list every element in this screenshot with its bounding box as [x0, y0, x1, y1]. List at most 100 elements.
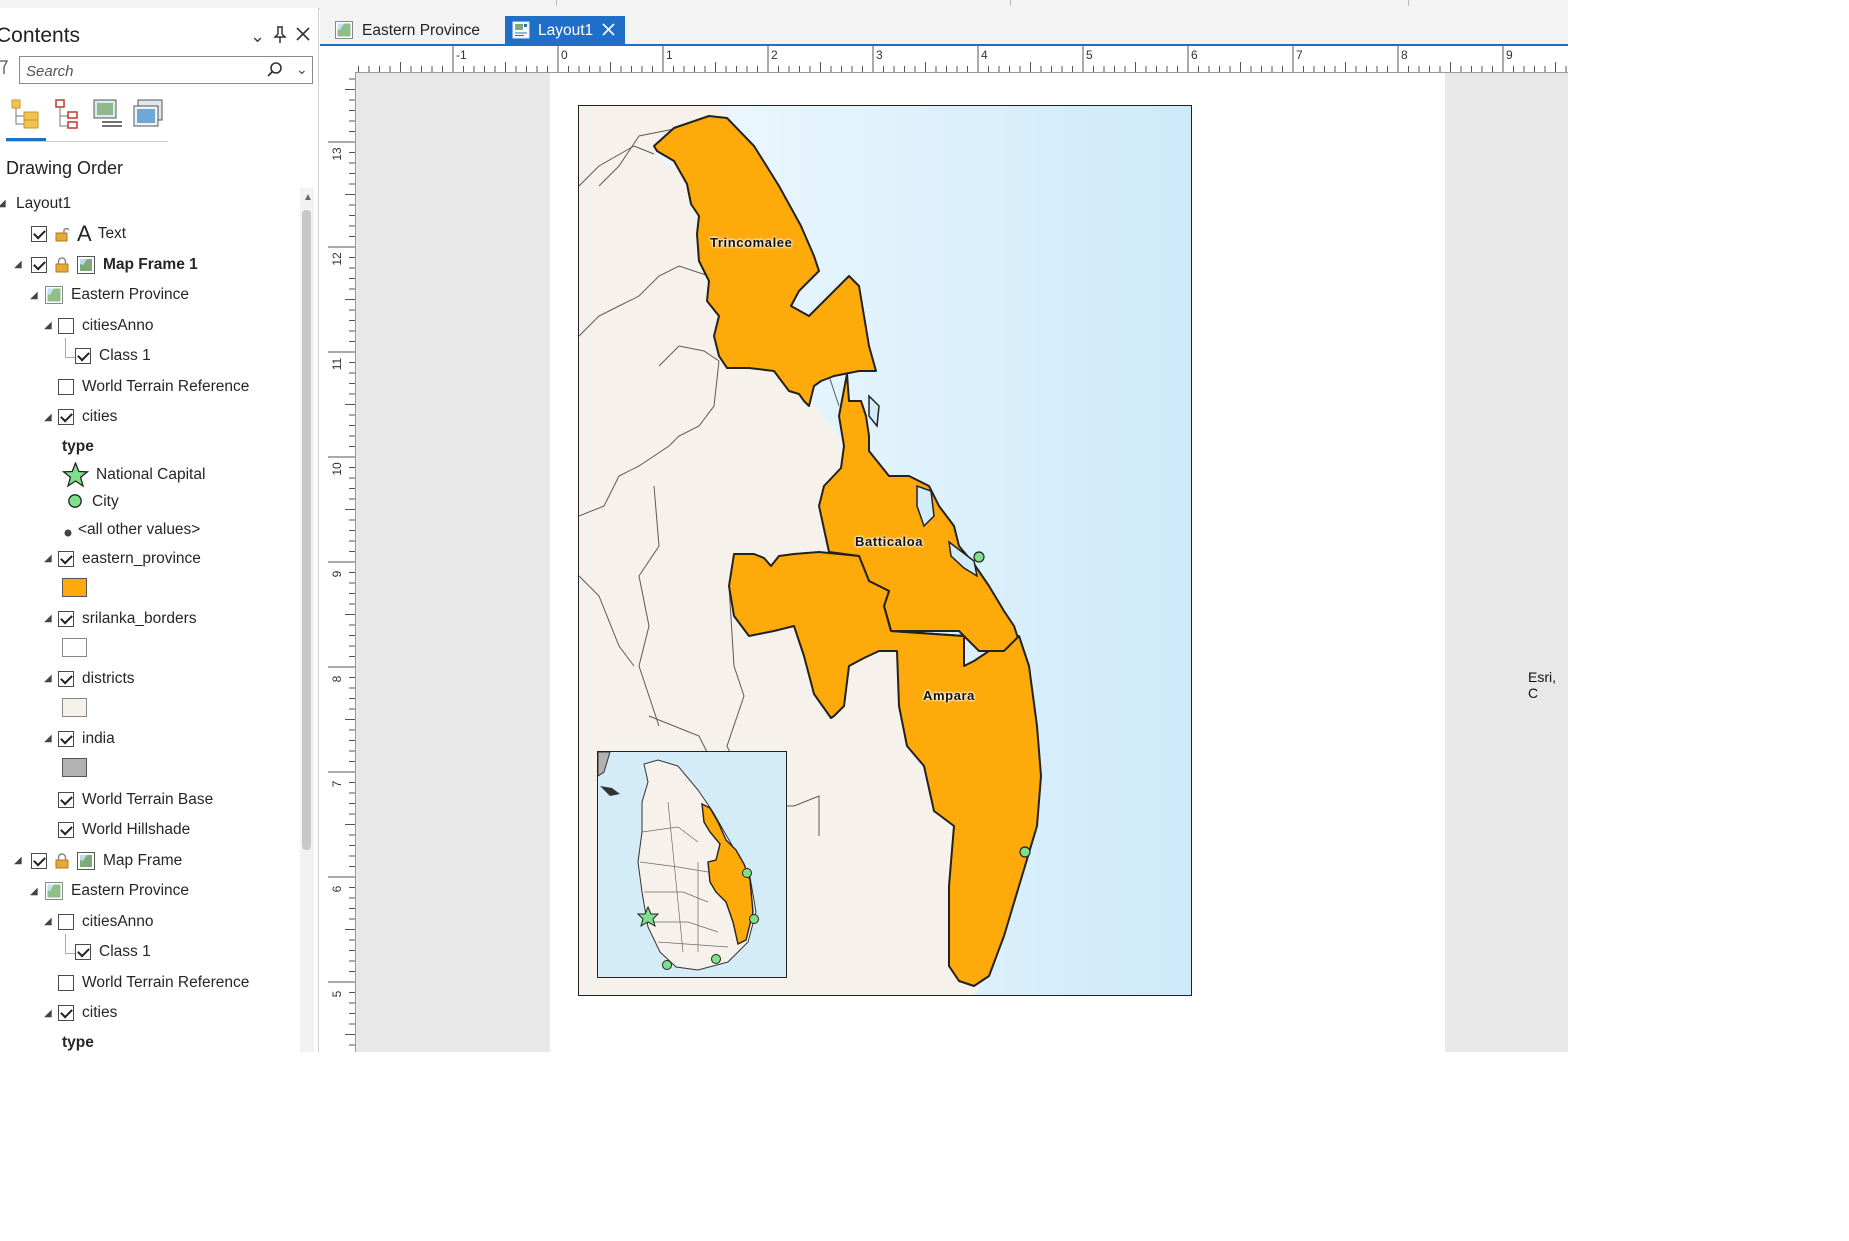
tree-item-districts[interactable]: districts — [58, 667, 135, 691]
legend-label-national-capital: National Capital — [96, 466, 206, 483]
tree-item-cities-2[interactable]: cities — [58, 1001, 117, 1025]
list-by-data-source-icon[interactable] — [132, 98, 163, 128]
inset-map-frame[interactable] — [597, 751, 787, 978]
credit-text: Esri, C — [1528, 669, 1556, 701]
tree-item-citiesanno-2[interactable]: citiesAnno — [58, 910, 154, 934]
legend-heading-type-2: type — [62, 1034, 94, 1051]
collapse-icon[interactable]: ◢ — [14, 855, 22, 866]
tree-item-world-terrain-base[interactable]: World Terrain Base — [58, 788, 213, 812]
map-icon — [45, 882, 63, 900]
vertical-ruler: 13 12 11 10 9 8 7 6 5 — [328, 72, 356, 1052]
tree-item-map-frame[interactable]: Map Frame — [31, 849, 182, 873]
collapse-icon[interactable]: ◢ — [44, 553, 52, 564]
tree-item-world-terrain-reference-2[interactable]: World Terrain Reference — [58, 971, 249, 995]
collapse-icon[interactable]: ◢ — [30, 886, 38, 897]
tree-item-text[interactable]: A Text — [31, 221, 126, 246]
visibility-checkbox[interactable] — [58, 551, 74, 567]
visibility-checkbox[interactable] — [58, 409, 74, 425]
collapse-layout-icon[interactable]: ◢ — [0, 198, 6, 209]
visibility-checkbox[interactable] — [31, 257, 47, 273]
horizontal-ruler: -1 0 1 2 3 4 5 6 7 8 9 — [355, 46, 1568, 73]
visibility-checkbox[interactable] — [31, 853, 47, 869]
map-frame-icon — [77, 852, 95, 870]
tree-item-world-terrain-reference[interactable]: World Terrain Reference — [58, 375, 249, 399]
tree-item-world-hillshade[interactable]: World Hillshade — [58, 818, 190, 842]
list-by-source-icon[interactable] — [54, 98, 84, 129]
label-ampara: Ampara — [923, 688, 976, 703]
tree-item-map-eastern-province-2[interactable]: Eastern Province — [45, 879, 189, 903]
collapse-icon[interactable]: ◢ — [44, 673, 52, 684]
visibility-checkbox[interactable] — [58, 975, 74, 991]
ruler-label: 6 — [330, 885, 344, 892]
ruler-label: 9 — [1506, 48, 1513, 62]
list-by-drawing-order-icon[interactable] — [10, 98, 40, 129]
ruler-label: 11 — [330, 357, 344, 370]
label-batticaloa: Batticaloa — [855, 534, 924, 549]
visibility-checkbox[interactable] — [58, 671, 74, 687]
visibility-checkbox[interactable] — [58, 731, 74, 747]
lock-icon[interactable] — [55, 853, 69, 869]
eastern-province-symbol[interactable] — [62, 578, 87, 597]
ruler-label: 7 — [1296, 48, 1303, 62]
collapse-icon[interactable]: ◢ — [44, 733, 52, 744]
ruler-label: 8 — [1401, 48, 1408, 62]
ruler-label: 6 — [1191, 48, 1198, 62]
visibility-checkbox[interactable] — [58, 914, 74, 930]
visibility-checkbox[interactable] — [58, 379, 74, 395]
ruler-label: 4 — [981, 48, 988, 62]
visibility-checkbox[interactable] — [58, 611, 74, 627]
scroll-up-icon[interactable]: ▲ — [303, 192, 313, 203]
collapse-icon[interactable]: ◢ — [44, 916, 52, 927]
collapse-icon[interactable]: ◢ — [44, 613, 52, 624]
srilanka-borders-symbol[interactable] — [62, 638, 87, 657]
ruler-label: -1 — [456, 48, 467, 62]
pane-menu-chevron-icon[interactable]: ⌄ — [250, 26, 265, 47]
lock-icon[interactable] — [55, 257, 69, 273]
tab-layout1[interactable]: Layout1 — [505, 16, 625, 44]
districts-symbol[interactable] — [62, 698, 87, 717]
pin-icon[interactable] — [273, 26, 287, 49]
search-options-chevron-icon[interactable]: ⌄ — [296, 61, 308, 78]
search-input[interactable]: Search ⌄ — [19, 56, 313, 84]
search-icon[interactable] — [266, 61, 284, 84]
tree-item-map-eastern-province[interactable]: Eastern Province — [45, 283, 189, 307]
visibility-checkbox[interactable] — [75, 944, 91, 960]
visibility-checkbox[interactable] — [58, 1005, 74, 1021]
tree-item-layout1[interactable]: Layout1 — [16, 192, 71, 216]
tab-eastern-province[interactable]: Eastern Province — [330, 16, 502, 44]
tree-item-citiesanno[interactable]: citiesAnno — [58, 314, 154, 338]
tree-item-cities[interactable]: cities — [58, 405, 117, 429]
ruler-label: 13 — [330, 147, 344, 161]
close-pane-icon[interactable] — [296, 27, 310, 46]
ruler-label: 8 — [330, 675, 344, 682]
visibility-checkbox[interactable] — [31, 226, 47, 242]
collapse-icon[interactable]: ◢ — [30, 290, 38, 301]
label-trincomalee: Trincomalee — [710, 235, 793, 250]
list-by-selection-icon[interactable] — [92, 98, 122, 128]
india-symbol[interactable] — [62, 758, 87, 777]
visibility-checkbox[interactable] — [58, 822, 74, 838]
visibility-checkbox[interactable] — [58, 792, 74, 808]
tree-item-srilanka-borders[interactable]: srilanka_borders — [58, 607, 197, 631]
map-icon — [45, 286, 63, 304]
collapse-icon[interactable]: ◢ — [44, 1008, 52, 1019]
tree-item-class-1[interactable]: Class 1 — [75, 344, 151, 368]
scroll-thumb[interactable] — [302, 210, 311, 850]
visibility-checkbox[interactable] — [58, 318, 74, 334]
tree-scrollbar[interactable]: ▲ — [300, 188, 314, 1052]
tree-item-india[interactable]: india — [58, 727, 115, 751]
close-tab-icon[interactable] — [602, 23, 615, 36]
collapse-icon[interactable]: ◢ — [44, 412, 52, 423]
visibility-checkbox[interactable] — [75, 348, 91, 364]
city-point-icon — [67, 493, 83, 514]
unlocked-icon[interactable] — [55, 226, 69, 242]
collapse-icon[interactable]: ◢ — [44, 320, 52, 331]
collapse-icon[interactable]: ◢ — [14, 259, 22, 270]
tree-item-class-1-2[interactable]: Class 1 — [75, 940, 151, 964]
tree-item-eastern-province[interactable]: eastern_province — [58, 547, 201, 571]
legend-label-other-values: <all other values> — [78, 521, 201, 538]
ruler-label: 9 — [330, 570, 344, 577]
tree-item-map-frame-1[interactable]: Map Frame 1 — [31, 253, 198, 277]
ruler-label: 12 — [330, 252, 344, 266]
filter-icon[interactable] — [0, 58, 9, 78]
